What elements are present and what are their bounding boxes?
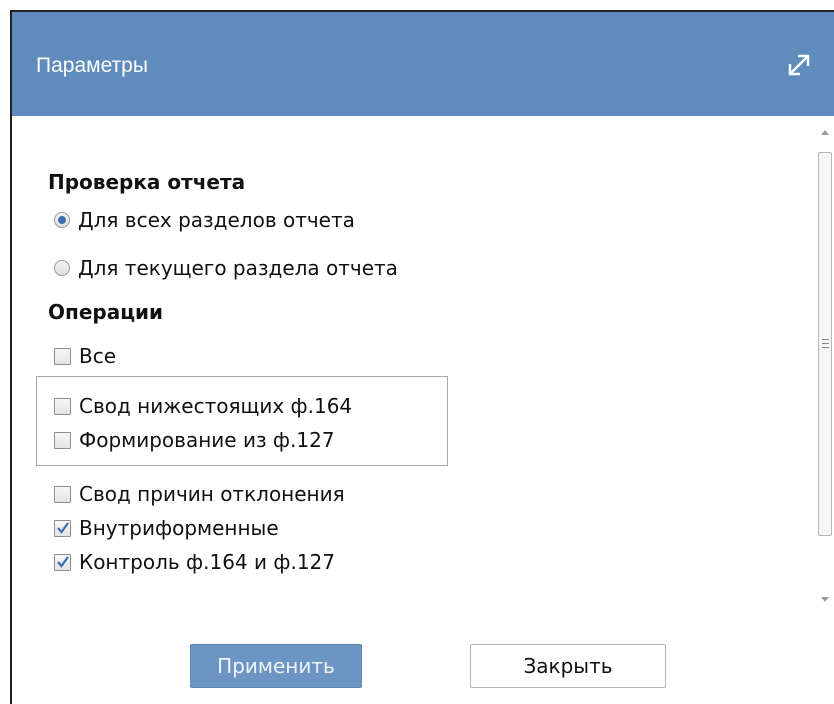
expand-arrows-icon[interactable] [786,52,812,78]
scroll-up-arrow-icon[interactable] [816,122,834,142]
checkbox-label: Контроль ф.164 и ф.127 [79,550,335,574]
close-button[interactable]: Закрыть [470,644,666,688]
radio-label: Для текущего раздела отчета [78,256,398,280]
radio-label: Для всех разделов отчета [78,208,355,232]
checkbox-checked[interactable] [54,553,71,571]
parameters-dialog: Параметры Проверка отчета Для всех разде… [10,10,834,704]
checkbox[interactable] [54,485,71,503]
checkbox-control-164-127[interactable]: Контроль ф.164 и ф.127 [54,550,335,574]
radio-current-section[interactable]: Для текущего раздела отчета [54,256,398,280]
operations-title: Операции [48,300,164,324]
checkbox[interactable] [54,347,71,365]
checkmark-icon [57,521,69,534]
apply-button[interactable]: Применить [190,644,362,688]
operations-group-box [36,376,448,466]
checkmark-icon [57,555,69,568]
checkbox-consolidation-164[interactable]: Свод нижестоящих ф.164 [54,394,352,418]
grip-icon [822,339,829,348]
scrollbar-thumb[interactable] [818,152,832,536]
radio-all-sections[interactable]: Для всех разделов отчета [54,208,355,232]
report-check-title: Проверка отчета [48,170,246,194]
checkbox-intraform[interactable]: Внутриформенные [54,516,279,540]
checkbox-all[interactable]: Все [54,344,116,368]
checkbox-label: Внутриформенные [79,516,279,540]
dialog-titlebar: Параметры [12,12,834,116]
checkbox-label: Все [79,344,117,368]
checkbox-formation-127[interactable]: Формирование из ф.127 [54,428,335,452]
radio-button[interactable] [54,260,70,276]
checkbox[interactable] [54,397,71,415]
scroll-down-arrow-icon[interactable] [816,590,834,610]
checkbox-label: Свод причин отклонения [79,482,345,506]
checkbox-label: Свод нижестоящих ф.164 [79,394,353,418]
checkbox-checked[interactable] [54,519,71,537]
checkbox-deviation-reasons[interactable]: Свод причин отклонения [54,482,345,506]
vertical-scrollbar[interactable] [816,116,834,626]
checkbox[interactable] [54,431,71,449]
checkbox-label: Формирование из ф.127 [79,428,335,452]
radio-button-checked[interactable] [54,212,70,228]
dialog-title: Параметры [36,54,148,77]
